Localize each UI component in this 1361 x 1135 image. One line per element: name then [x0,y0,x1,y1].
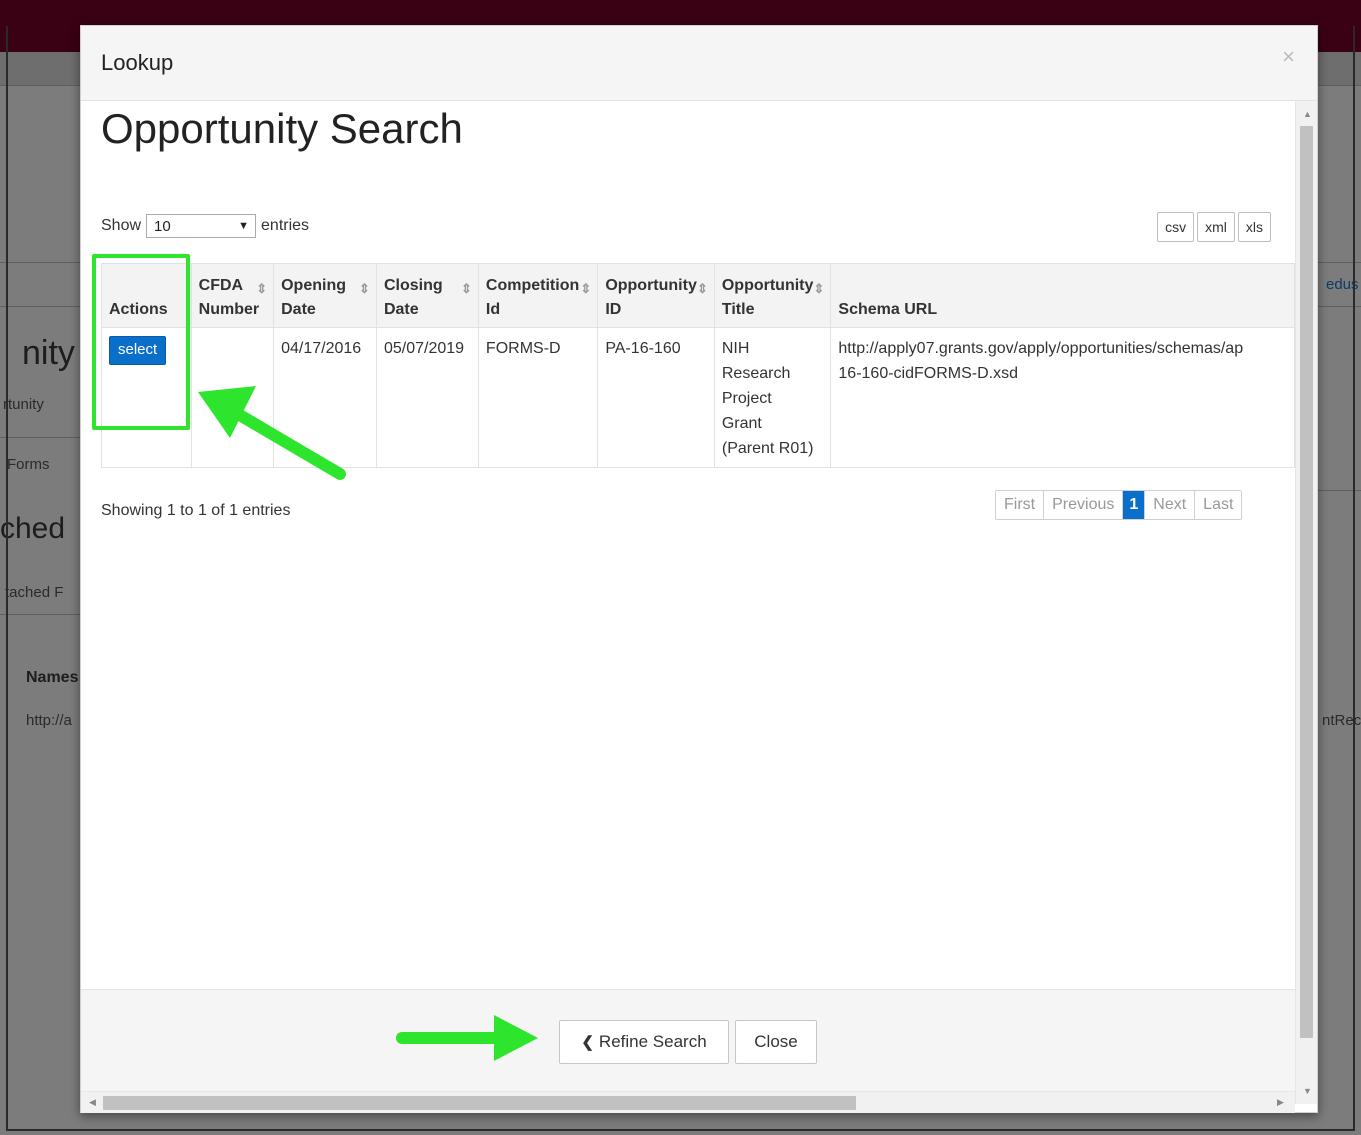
pagination-page-1[interactable]: 1 [1122,491,1145,519]
close-button[interactable]: Close [735,1020,817,1064]
cell-opportunity-id: PA-16-160 [597,327,715,468]
background-tab-label: Forms [7,456,50,473]
background-column-header: Names [26,669,79,686]
background-link: http://a [26,712,72,729]
column-header-closing-date[interactable]: Closing Date ⇕ [375,263,479,328]
title-line: (Parent R01) [721,440,814,457]
table-info: Showing 1 to 1 of 1 entries [101,502,291,519]
entries-select[interactable]: 10 ▼ [146,214,257,238]
column-header-opening-date[interactable]: Opening Date ⇕ [273,263,377,328]
screenshot-frame [6,26,8,1131]
column-header-label: Number [198,301,260,318]
column-header-label: Date [281,301,316,318]
schema-url-line: http://apply07.grants.gov/apply/opportun… [838,340,1244,357]
dropdown-arrow-icon: ▼ [238,220,250,232]
column-header-label: Date [383,301,419,318]
column-header-label: Title [721,301,755,318]
column-header-label: Schema URL [838,301,938,318]
lookup-modal: Lookup × Opportunity Search Show 10 ▼ en… [80,25,1318,1113]
pagination: First Previous 1 Next Last [995,490,1243,520]
background-divider [0,614,82,615]
title-line: Grant [721,415,762,432]
background-divider [0,437,82,438]
cell-opening-date: 04/17/2016 [273,327,377,468]
background-text: ntRec [1322,712,1361,729]
pagination-last[interactable]: Last [1194,491,1242,519]
background-page-heading: nity [22,334,75,372]
column-header-label: Closing [383,277,443,294]
vertical-scrollbar[interactable]: ▲ ▼ [1295,101,1317,1104]
scroll-left-icon[interactable]: ◀ [89,1097,96,1108]
export-xml-button[interactable]: xml [1197,212,1235,242]
table-row: select 04/17/2016 05/07/2019 FORMS-D PA-… [101,327,1295,468]
pagination-first[interactable]: First [996,491,1044,519]
show-label: Show [101,217,142,234]
column-header-label: Opportunity [721,277,814,294]
background-tab-label: rtunity [3,396,44,413]
modal-body: Opportunity Search Show 10 ▼ entries csv… [81,101,1295,989]
scroll-down-icon[interactable]: ▼ [1303,1086,1312,1096]
highlight-box [92,254,190,430]
export-buttons: csv xml xls [1157,212,1271,242]
screenshot-frame [6,1129,1355,1131]
title-line: Research [721,365,791,382]
sort-icon: ⇕ [580,281,592,296]
sort-icon: ⇕ [696,281,708,296]
cell-closing-date: 05/07/2019 [375,327,479,468]
column-header-label: Opening [281,277,346,294]
screenshot-frame [1353,26,1355,1131]
column-header-label: ID [605,301,622,318]
column-header-label: Competition [485,277,580,294]
sort-icon: ⇕ [461,281,472,296]
column-header-opportunity-id[interactable]: Opportunity ID ⇕ [597,263,715,328]
horizontal-scrollbar[interactable]: ◀ ▶ [81,1091,1295,1113]
sort-icon: ⇕ [813,281,825,296]
cell-schema-url: http://apply07.grants.gov/apply/opportun… [830,327,1295,468]
column-header-opportunity-title[interactable]: Opportunity Title ⇕ [713,263,832,328]
entries-label: entries [261,217,310,234]
export-csv-button[interactable]: csv [1157,212,1195,242]
sort-icon: ⇕ [256,281,268,296]
background-section-heading: ched [0,512,66,545]
title-line: Project [721,390,772,407]
column-header-label: CFDA [198,277,244,294]
modal-title: Lookup [101,50,174,75]
opportunity-table: Actions CFDA Number ⇕ Opening Date ⇕ Clo… [101,263,1295,468]
vertical-scroll-thumb[interactable] [1300,126,1313,1038]
background-divider [0,262,82,263]
column-header-competition-id[interactable]: Competition Id ⇕ [477,263,599,328]
modal-footer: ❮ Refine Search Close [81,989,1295,1091]
cell-opportunity-title: NIH Research Project Grant (Parent R01) [713,327,832,468]
entries-select-value: 10 [154,217,171,235]
chevron-left-icon: ❮ [581,1034,594,1051]
scroll-right-icon[interactable]: ▶ [1277,1097,1284,1108]
sort-icon: ⇕ [359,281,370,296]
modal-header: Lookup × [81,26,1317,101]
background-section-subtitle: tached F [5,584,64,601]
column-header-cfda-number[interactable]: CFDA Number ⇕ [190,263,275,328]
entries-length-control: Show 10 ▼ entries [101,214,309,238]
close-button-label: Close [754,1032,798,1051]
column-header-schema-url: Schema URL [830,263,1295,328]
refine-search-button[interactable]: ❮ Refine Search [559,1020,729,1064]
title-line: NIH [721,340,750,357]
refine-search-label: Refine Search [598,1032,707,1051]
cell-competition-id: FORMS-D [477,327,599,468]
column-header-label: Opportunity [605,277,697,294]
cell-cfda-number [190,327,275,468]
table-header-row: Actions CFDA Number ⇕ Opening Date ⇕ Clo… [101,263,1295,328]
pagination-previous[interactable]: Previous [1043,491,1123,519]
pagination-next[interactable]: Next [1144,491,1195,519]
page-title: Opportunity Search [101,105,463,152]
close-icon[interactable]: × [1282,46,1295,68]
column-header-label: Id [485,301,501,318]
background-divider [0,306,82,307]
horizontal-scroll-thumb[interactable] [103,1096,856,1110]
schema-url-line: 16-160-cidFORMS-D.xsd [838,365,1019,382]
scroll-up-icon[interactable]: ▲ [1303,109,1312,119]
export-xls-button[interactable]: xls [1237,212,1271,242]
